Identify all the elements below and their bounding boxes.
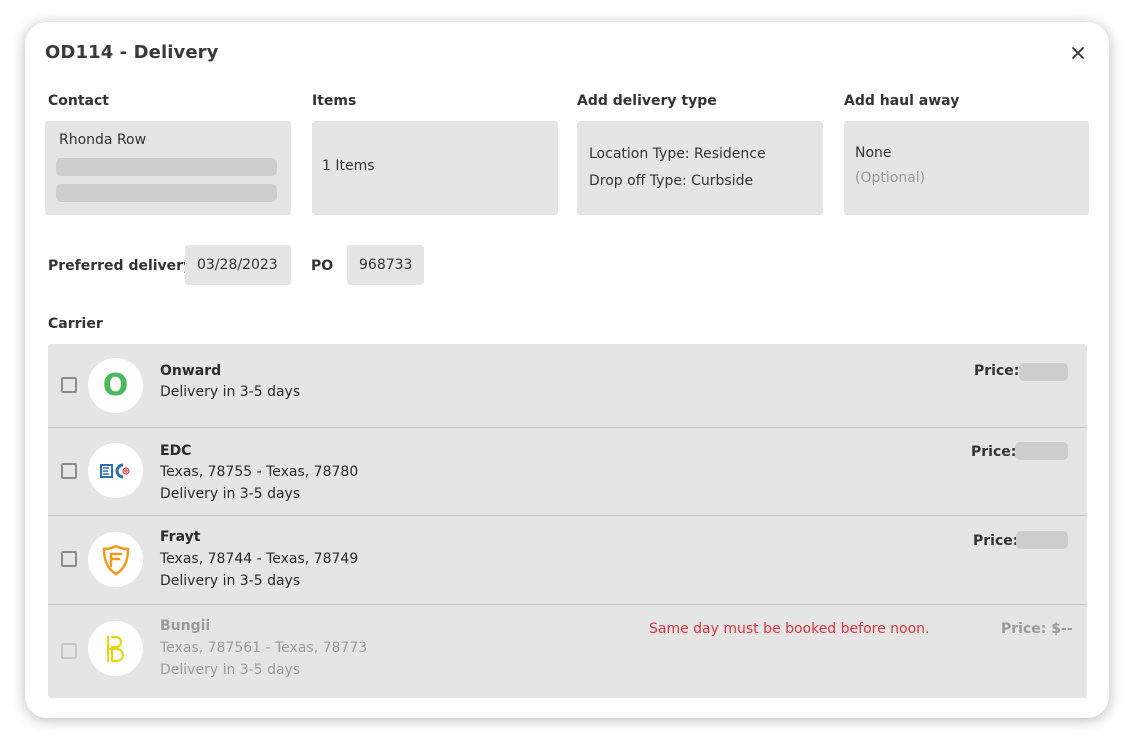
po-value: 968733 xyxy=(359,257,413,273)
carrier-eta: Delivery in 3-5 days xyxy=(160,384,301,400)
preferred-delivery-date: 03/28/2023 xyxy=(197,257,278,273)
haul-away-hint: (Optional) xyxy=(855,170,926,186)
carrier-name: Frayt xyxy=(160,529,201,545)
carrier-route: Texas, 78755 - Texas, 78780 xyxy=(160,464,359,480)
carrier-checkbox[interactable] xyxy=(61,643,77,659)
price-placeholder xyxy=(1016,531,1068,549)
po-field[interactable]: 968733 xyxy=(347,245,424,285)
close-button[interactable] xyxy=(1067,42,1089,64)
price-placeholder xyxy=(1015,442,1068,460)
contact-placeholder-line xyxy=(56,158,277,176)
contact-label: Contact xyxy=(48,93,109,109)
price-label: Price: xyxy=(971,444,1017,460)
delivery-type-box[interactable]: Location Type: Residence Drop off Type: … xyxy=(577,121,823,215)
contact-name: Rhonda Row xyxy=(59,132,147,148)
carrier-row-bungii[interactable]: Bungii Texas, 787561 - Texas, 78773 Deli… xyxy=(48,605,1087,698)
frayt-shield-svg xyxy=(102,544,129,575)
price-label: Price: $-- xyxy=(1001,621,1073,637)
location-type: Location Type: Residence xyxy=(589,146,766,162)
haul-away-label: Add haul away xyxy=(844,93,960,109)
close-icon xyxy=(1072,47,1084,59)
edc-logo-svg xyxy=(99,463,130,478)
price-label: Price: xyxy=(973,533,1019,549)
carrier-row-frayt[interactable]: Frayt Texas, 78744 - Texas, 78749 Delive… xyxy=(48,516,1087,605)
same-day-warning: Same day must be booked before noon. xyxy=(649,621,930,637)
carrier-label: Carrier xyxy=(48,316,103,332)
onward-logo-letter: O xyxy=(102,368,129,403)
bungii-logo-icon xyxy=(88,621,143,676)
carrier-name: EDC xyxy=(160,443,192,459)
contact-placeholder-line xyxy=(56,184,277,202)
carrier-checkbox[interactable] xyxy=(61,377,77,393)
haul-away-value: None xyxy=(855,145,892,161)
carrier-checkbox[interactable] xyxy=(61,551,77,567)
carrier-route: Texas, 78744 - Texas, 78749 xyxy=(160,551,359,567)
carrier-route: Texas, 787561 - Texas, 78773 xyxy=(160,640,368,656)
carrier-row-edc[interactable]: EDC Texas, 78755 - Texas, 78780 Delivery… xyxy=(48,428,1087,516)
po-label: PO xyxy=(311,258,334,274)
edc-logo-icon xyxy=(88,443,143,498)
delivery-modal: OD114 - Delivery Contact Items Add deliv… xyxy=(25,22,1109,718)
items-count: 1 Items xyxy=(322,158,375,174)
carrier-row-onward[interactable]: O Onward Delivery in 3-5 days Price: xyxy=(48,344,1087,428)
modal-title: OD114 - Delivery xyxy=(45,42,219,63)
delivery-type-label: Add delivery type xyxy=(577,93,717,109)
carrier-name: Onward xyxy=(160,363,222,379)
carrier-eta: Delivery in 3-5 days xyxy=(160,573,301,589)
price-placeholder xyxy=(1019,363,1068,381)
price-label: Price: xyxy=(974,363,1020,379)
preferred-delivery-date-field[interactable]: 03/28/2023 xyxy=(185,245,291,285)
items-box[interactable]: 1 Items xyxy=(312,121,558,215)
carrier-checkbox[interactable] xyxy=(61,463,77,479)
carrier-name: Bungii xyxy=(160,618,211,634)
dropoff-type: Drop off Type: Curbside xyxy=(589,173,754,189)
haul-away-box[interactable]: None (Optional) xyxy=(844,121,1089,215)
carrier-list: O Onward Delivery in 3-5 days Price: EDC… xyxy=(48,344,1087,698)
onward-logo-icon: O xyxy=(88,358,143,413)
items-label: Items xyxy=(312,93,357,109)
carrier-eta: Delivery in 3-5 days xyxy=(160,662,301,678)
contact-box[interactable]: Rhonda Row xyxy=(45,121,291,215)
frayt-logo-icon xyxy=(88,532,143,587)
preferred-delivery-label: Preferred delivery xyxy=(48,258,193,274)
carrier-eta: Delivery in 3-5 days xyxy=(160,486,301,502)
bungii-logo-svg xyxy=(106,635,124,662)
